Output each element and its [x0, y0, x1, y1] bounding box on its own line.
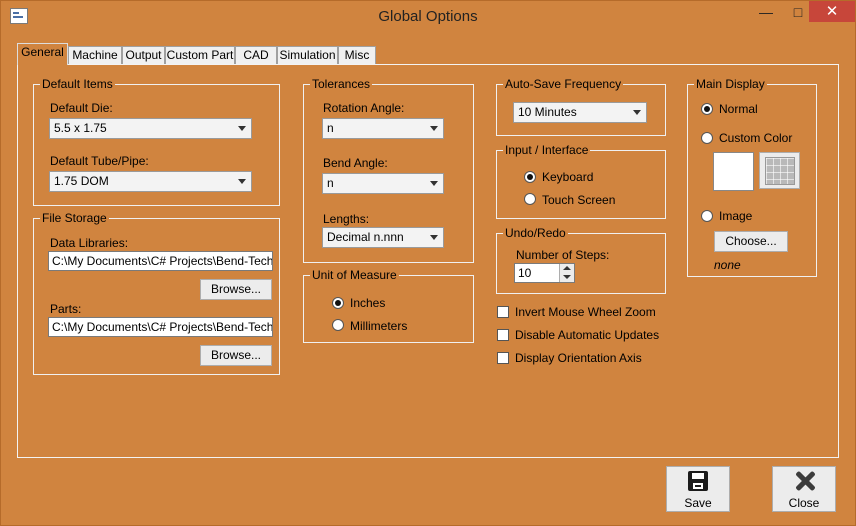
custom-color-radio[interactable] [701, 132, 713, 144]
rotation-angle-value: n [327, 121, 334, 135]
chevron-down-icon [633, 110, 641, 115]
input-interface-group: Input / Interface [496, 143, 666, 219]
bend-angle-select[interactable]: n [322, 173, 444, 194]
invert-mouse-wheel-label[interactable]: Invert Mouse Wheel Zoom [515, 305, 656, 319]
tab-misc[interactable]: Misc [338, 46, 376, 64]
save-icon [688, 471, 708, 491]
rotation-angle-label: Rotation Angle: [323, 101, 405, 115]
touch-screen-radio[interactable] [524, 193, 536, 205]
default-die-select[interactable]: 5.5 x 1.75 [49, 118, 252, 139]
lengths-label: Lengths: [323, 212, 370, 226]
lengths-value: Decimal n.nnn [327, 230, 404, 244]
disable-updates-label[interactable]: Disable Automatic Updates [515, 328, 659, 342]
browse-parts-button[interactable]: Browse... [200, 345, 272, 366]
parts-path-input[interactable]: C:\My Documents\C# Projects\Bend-Tech\Be [48, 317, 273, 337]
unit-of-measure-legend: Unit of Measure [310, 268, 399, 282]
default-tube-label: Default Tube/Pipe: [50, 154, 149, 168]
default-items-legend: Default Items [40, 77, 115, 91]
lengths-select[interactable]: Decimal n.nnn [322, 227, 444, 248]
default-tube-value: 1.75 DOM [54, 174, 109, 188]
save-button-label: Save [684, 496, 712, 510]
inches-label[interactable]: Inches [350, 296, 385, 310]
chevron-down-icon [430, 126, 438, 131]
browse-data-libraries-button[interactable]: Browse... [200, 279, 272, 300]
data-libraries-label: Data Libraries: [50, 236, 129, 250]
auto-save-legend: Auto-Save Frequency [503, 77, 624, 91]
file-storage-legend: File Storage [40, 211, 109, 225]
rotation-angle-select[interactable]: n [322, 118, 444, 139]
tab-cad[interactable]: CAD [235, 46, 277, 64]
tab-output[interactable]: Output [122, 46, 165, 64]
bend-angle-label: Bend Angle: [323, 156, 388, 170]
color-swatch[interactable] [713, 152, 754, 191]
parts-label: Parts: [50, 302, 82, 316]
image-path-value: none [714, 258, 741, 272]
keyboard-label[interactable]: Keyboard [542, 170, 593, 184]
close-button-label: Close [788, 496, 820, 510]
choose-image-button[interactable]: Choose... [714, 231, 788, 252]
default-tube-select[interactable]: 1.75 DOM [49, 171, 252, 192]
tab-machine[interactable]: Machine [68, 46, 122, 64]
bend-angle-value: n [327, 176, 334, 190]
tab-general[interactable]: General [17, 43, 68, 65]
close-button[interactable]: Close [772, 466, 836, 512]
close-window-button[interactable]: ✕ [809, 1, 855, 22]
keyboard-radio[interactable] [524, 171, 536, 183]
auto-save-frequency-select[interactable]: 10 Minutes [513, 102, 647, 123]
input-interface-legend: Input / Interface [503, 143, 591, 157]
display-orientation-axis-label[interactable]: Display Orientation Axis [515, 351, 642, 365]
auto-save-frequency-value: 10 Minutes [518, 105, 577, 119]
palette-icon [765, 157, 795, 185]
undo-redo-legend: Undo/Redo [503, 226, 568, 240]
close-icon [793, 469, 817, 493]
chevron-down-icon [238, 126, 246, 131]
default-die-value: 5.5 x 1.75 [54, 121, 107, 135]
invert-mouse-wheel-checkbox[interactable] [497, 306, 509, 318]
global-options-window: Global Options — □ ✕ General Machine Out… [0, 0, 856, 526]
millimeters-label[interactable]: Millimeters [350, 319, 407, 333]
disable-updates-checkbox[interactable] [497, 329, 509, 341]
normal-label[interactable]: Normal [719, 102, 758, 116]
display-orientation-axis-checkbox[interactable] [497, 352, 509, 364]
data-libraries-path-input[interactable]: C:\My Documents\C# Projects\Bend-Tech\Be [48, 251, 273, 271]
tolerances-legend: Tolerances [310, 77, 373, 91]
touch-screen-label[interactable]: Touch Screen [542, 193, 615, 207]
chevron-down-icon [430, 235, 438, 240]
chevron-down-icon [430, 181, 438, 186]
inches-radio[interactable] [332, 297, 344, 309]
tab-custom-part[interactable]: Custom Part [165, 46, 235, 64]
window-title: Global Options [378, 8, 478, 25]
chevron-down-icon [238, 179, 246, 184]
color-palette-button[interactable] [759, 152, 800, 189]
default-die-label: Default Die: [50, 101, 113, 115]
image-radio[interactable] [701, 210, 713, 222]
spin-down-icon[interactable] [559, 273, 574, 282]
number-of-steps-label: Number of Steps: [516, 248, 610, 262]
custom-color-label[interactable]: Custom Color [719, 131, 792, 145]
undo-steps-stepper[interactable]: 10 [514, 263, 575, 283]
save-button[interactable]: Save [666, 466, 730, 512]
image-label[interactable]: Image [719, 209, 752, 223]
millimeters-radio[interactable] [332, 319, 344, 331]
minimize-button[interactable]: — [751, 2, 781, 22]
undo-steps-value: 10 [518, 266, 532, 280]
title-bar[interactable]: Global Options — □ ✕ [1, 1, 855, 32]
tab-simulation[interactable]: Simulation [277, 46, 338, 64]
main-display-legend: Main Display [694, 77, 767, 91]
normal-radio[interactable] [701, 103, 713, 115]
